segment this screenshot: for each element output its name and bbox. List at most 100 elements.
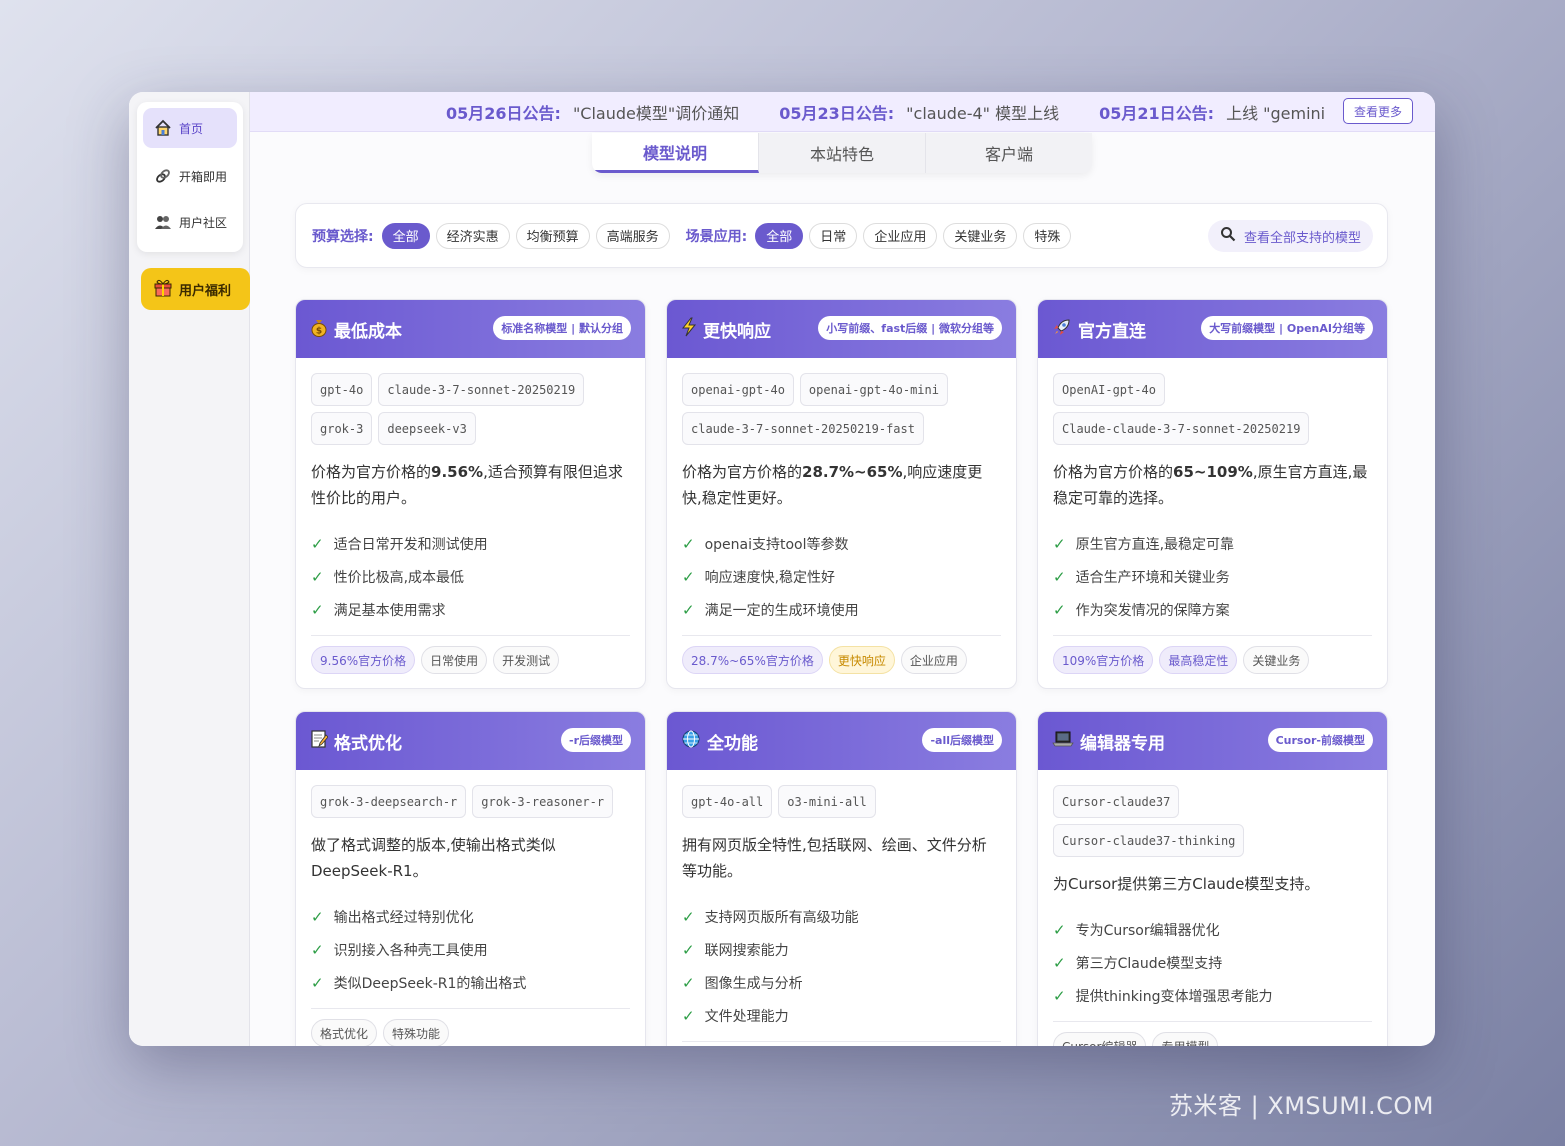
view-more-button[interactable]: 查看更多 bbox=[1342, 98, 1413, 124]
feature-item: ✓ 作为突发情况的保障方案 bbox=[1053, 600, 1230, 619]
sidebar-nav: 首页 开箱即用 用户社区 bbox=[137, 102, 243, 252]
scene-chip-all[interactable]: 全部 bbox=[755, 222, 804, 249]
model-tag[interactable]: openai-gpt-4o-mini bbox=[799, 373, 948, 406]
model-tag[interactable]: Cursor-claude37 bbox=[1053, 785, 1180, 818]
svg-text:$: $ bbox=[316, 326, 322, 336]
budget-chip-premium[interactable]: 高端服务 bbox=[595, 222, 670, 249]
card-header: $ 最低成本 标准名称模型 | 默认分组 bbox=[296, 300, 645, 358]
check-icon: ✓ bbox=[682, 534, 695, 553]
card-description: 价格为官方价格的65~109%,原生官方直连,最稳定可靠的选择。 bbox=[1053, 463, 1368, 507]
announcement-track: 05月26日公告: "Claude模型"调价通知 05月23日公告: "claude… bbox=[446, 92, 1326, 131]
divider bbox=[311, 1008, 630, 1009]
scene-chip-special[interactable]: 特殊 bbox=[1023, 222, 1072, 249]
model-tag[interactable]: claude-3-7-sonnet-20250219-fast bbox=[682, 412, 924, 445]
check-icon: ✓ bbox=[682, 1006, 695, 1025]
card-tag: 格式优化 bbox=[311, 1019, 378, 1046]
feature-item: ✓ 类似DeepSeek-R1的输出格式 bbox=[311, 973, 527, 992]
scene-chip-enterprise[interactable]: 企业应用 bbox=[863, 222, 938, 249]
feature-item: ✓ 第三方Claude模型支持 bbox=[1053, 953, 1223, 972]
budget-chip-balanced[interactable]: 均衡预算 bbox=[515, 222, 590, 249]
card-tag: 28.7%~65%官方价格 bbox=[682, 646, 823, 674]
card-title: 格式优化 bbox=[334, 733, 402, 754]
user-benefit-button[interactable]: 用户福利 bbox=[141, 268, 250, 310]
check-icon: ✓ bbox=[311, 973, 324, 992]
card-badge: Cursor-前缀模型 bbox=[1267, 728, 1373, 752]
feature-item: ✓ 专为Cursor编辑器优化 bbox=[1053, 920, 1220, 939]
model-tag[interactable]: gpt-4o-all bbox=[682, 785, 773, 818]
check-icon: ✓ bbox=[311, 567, 324, 586]
check-icon: ✓ bbox=[682, 940, 695, 959]
divider bbox=[682, 1041, 1001, 1042]
card-tag: 日常使用 bbox=[421, 646, 488, 674]
check-icon: ✓ bbox=[311, 534, 324, 553]
feature-item: ✓ 图像生成与分析 bbox=[682, 973, 803, 992]
gift-icon bbox=[153, 277, 173, 301]
announcement-item[interactable]: 05月23日公告: "claude-4" 模型上线 bbox=[779, 100, 1059, 124]
feature-item: ✓ 满足基本使用需求 bbox=[311, 600, 446, 619]
card-tag: 109%官方价格 bbox=[1053, 646, 1154, 674]
card-header: 格式优化 -r后缀模型 bbox=[296, 712, 645, 770]
card-title: 更快响应 bbox=[703, 321, 771, 342]
model-card-faster-response: 更快响应 小写前缀、fast后缀 | 微软分组等 openai-gpt-4o o… bbox=[666, 299, 1017, 689]
feature-item: ✓ openai支持tool等参数 bbox=[682, 534, 849, 553]
model-tag[interactable]: deepseek-v3 bbox=[378, 412, 476, 445]
feature-item: ✓ 联网搜索能力 bbox=[682, 940, 789, 959]
card-tag: 专用模型 bbox=[1152, 1032, 1219, 1046]
card-header: 更快响应 小写前缀、fast后缀 | 微软分组等 bbox=[667, 300, 1016, 358]
model-tag[interactable]: gpt-4o bbox=[311, 373, 373, 406]
check-icon: ✓ bbox=[1053, 567, 1066, 586]
feature-item: ✓ 输出格式经过特别优化 bbox=[311, 907, 474, 926]
model-tag[interactable]: grok-3 bbox=[311, 412, 373, 445]
model-card-full-featured: 全功能 -all后缀模型 gpt-4o-all o3-mini-all 拥有网页… bbox=[666, 711, 1017, 1046]
tab-model-description[interactable]: 模型说明 bbox=[592, 133, 759, 173]
budget-chip-economy[interactable]: 经济实惠 bbox=[435, 222, 510, 249]
card-title: 官方直连 bbox=[1078, 321, 1146, 342]
feature-item: ✓ 提供thinking变体增强思考能力 bbox=[1053, 986, 1273, 1005]
budget-chip-all[interactable]: 全部 bbox=[381, 222, 430, 249]
model-tag[interactable]: o3-mini-all bbox=[778, 785, 876, 818]
view-all-models-button[interactable]: 查看全部支持的模型 bbox=[1207, 220, 1373, 252]
announcement-item[interactable]: 05月26日公告: "Claude模型"调价通知 bbox=[446, 100, 739, 124]
home-icon bbox=[153, 118, 173, 138]
card-title: 全功能 bbox=[707, 733, 758, 754]
model-card-official-direct: 官方直连 大写前缀模型 | OpenAI分组等 OpenAI-gpt-4o Cl… bbox=[1037, 299, 1388, 689]
card-description: 价格为官方价格的28.7%~65%,响应速度更快,稳定性更好。 bbox=[682, 463, 983, 507]
memo-icon bbox=[310, 729, 329, 754]
check-icon: ✓ bbox=[682, 907, 695, 926]
card-tag: Cursor编辑器 bbox=[1053, 1032, 1147, 1046]
announcement-item[interactable]: 05月21日公告: 上线 "gemini bbox=[1099, 100, 1325, 124]
card-tag: 企业应用 bbox=[900, 646, 967, 674]
tab-clients[interactable]: 客户端 bbox=[926, 133, 1092, 173]
feature-item: ✓ 原生官方直连,最稳定可靠 bbox=[1053, 534, 1235, 553]
check-icon: ✓ bbox=[311, 940, 324, 959]
sidebar-item-ready[interactable]: 开箱即用 bbox=[143, 156, 237, 196]
check-icon: ✓ bbox=[1053, 600, 1066, 619]
feature-item: ✓ 满足一定的生成环境使用 bbox=[682, 600, 859, 619]
check-icon: ✓ bbox=[1053, 920, 1066, 939]
card-tag: 特殊功能 bbox=[383, 1019, 450, 1046]
sidebar-item-home[interactable]: 首页 bbox=[143, 108, 237, 148]
scene-chip-daily[interactable]: 日常 bbox=[809, 222, 858, 249]
model-tag[interactable]: claude-3-7-sonnet-20250219 bbox=[378, 373, 585, 406]
card-description: 拥有网页版全特性,包括联网、绘画、文件分析等功能。 bbox=[682, 836, 987, 880]
model-tag[interactable]: openai-gpt-4o bbox=[682, 373, 794, 406]
scene-label: 场景应用: bbox=[685, 228, 748, 245]
model-tag[interactable]: grok-3-deepsearch-r bbox=[311, 785, 467, 818]
card-badge: 大写前缀模型 | OpenAI分组等 bbox=[1201, 316, 1373, 340]
model-card-lowest-cost: $ 最低成本 标准名称模型 | 默认分组 gpt-4o claude-3-7-so… bbox=[295, 299, 646, 689]
budget-label: 预算选择: bbox=[312, 228, 374, 245]
sidebar-item-community[interactable]: 用户社区 bbox=[143, 202, 237, 242]
scene-chip-critical[interactable]: 关键业务 bbox=[943, 222, 1018, 249]
model-tag[interactable]: OpenAI-gpt-4o bbox=[1053, 373, 1165, 406]
check-icon: ✓ bbox=[1053, 534, 1066, 553]
model-tag[interactable]: Claude-claude-3-7-sonnet-20250219 bbox=[1053, 412, 1310, 445]
card-tag: 开发测试 bbox=[493, 646, 560, 674]
card-description: 价格为官方价格的9.56%,适合预算有限但追求性价比的用户。 bbox=[311, 463, 623, 507]
divider bbox=[682, 635, 1001, 636]
filter-bar: 预算选择: 全部 经济实惠 均衡预算 高端服务 场景应用: 全部 日常 企业应用… bbox=[295, 203, 1388, 268]
model-tag[interactable]: Cursor-claude37-thinking bbox=[1053, 824, 1245, 857]
tab-site-features[interactable]: 本站特色 bbox=[759, 133, 926, 173]
check-icon: ✓ bbox=[682, 600, 695, 619]
card-title: 最低成本 bbox=[334, 321, 402, 342]
model-tag[interactable]: grok-3-reasoner-r bbox=[472, 785, 614, 818]
